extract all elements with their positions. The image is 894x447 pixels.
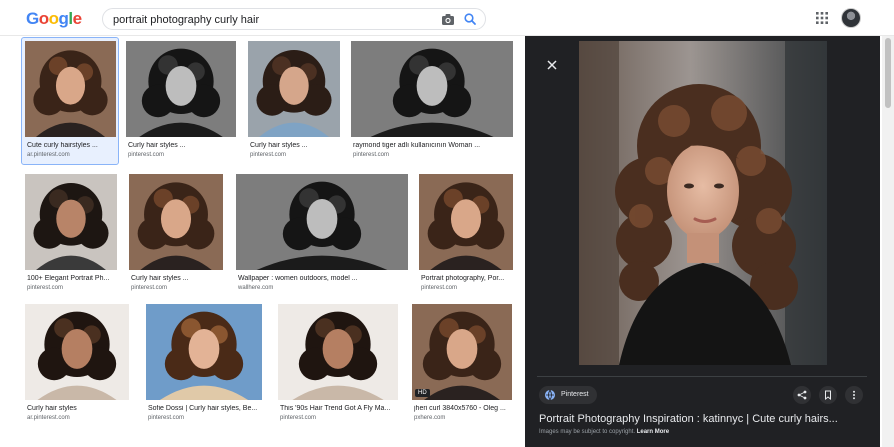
result-thumbnail[interactable] — [351, 41, 513, 137]
hd-badge: HD — [415, 389, 430, 397]
copyright-notice: Images may be subject to copyright. Lear… — [539, 429, 669, 435]
result-thumbnail[interactable] — [25, 174, 117, 270]
learn-more-link[interactable]: Learn More — [637, 429, 669, 435]
result-source: pinterest.com — [280, 415, 317, 421]
result-source: pinterest.com — [131, 285, 168, 291]
result-source: pinterest.com — [128, 152, 165, 158]
result-title[interactable]: jheri curl 3840x5760 - Oleg ... — [414, 405, 514, 412]
image-result[interactable]: Sofie Dossi | Curly hair styles, Be... pi… — [146, 304, 262, 426]
result-thumbnail[interactable] — [129, 174, 223, 270]
result-title[interactable]: Curly hair styles ... — [131, 275, 225, 282]
image-result[interactable]: Wallpaper : women outdoors, model ... wal… — [236, 174, 408, 296]
image-result[interactable]: Curly hair styles ... pinterest.com — [126, 41, 236, 163]
result-source: pinterest.com — [250, 152, 287, 158]
result-title[interactable]: Portrait photography, Por... — [421, 275, 515, 282]
result-source: ar.pinterest.com — [27, 415, 70, 421]
result-thumbnail[interactable] — [25, 304, 129, 400]
result-title[interactable]: Curly hair styles ... — [250, 142, 342, 149]
result-title[interactable]: This '90s Hair Trend Got A Fly Ma... — [280, 405, 400, 412]
share-button[interactable] — [793, 386, 811, 404]
result-thumbnail[interactable] — [146, 304, 262, 400]
share-icon — [797, 390, 807, 400]
result-source: wallhere.com — [238, 285, 274, 291]
image-result[interactable]: raymond tiger adlı kullanıcının Woman ..… — [351, 41, 513, 163]
image-result[interactable]: Curly hair styles ar.pinterest.com — [25, 304, 129, 426]
result-title[interactable]: 100+ Elegant Portrait Ph... — [27, 275, 119, 282]
result-source: pinterest.com — [421, 285, 458, 291]
save-button[interactable] — [819, 386, 837, 404]
result-thumbnail[interactable] — [236, 174, 408, 270]
image-result[interactable]: 100+ Elegant Portrait Ph... pinterest.com — [25, 174, 117, 296]
search-input[interactable] — [113, 12, 433, 27]
result-source: pinterest.com — [148, 415, 185, 421]
result-title[interactable]: Sofie Dossi | Curly hair styles, Be... — [148, 405, 264, 412]
source-chip-label: Pinterest — [561, 391, 589, 398]
result-thumbnail[interactable] — [25, 41, 116, 137]
logo-letter: o — [38, 9, 49, 28]
image-results-grid: Cute curly hairstyles ... ar.pinterest.co… — [0, 36, 522, 447]
result-source: pxhere.com — [414, 415, 446, 421]
result-title[interactable]: Cute curly hairstyles ... — [27, 142, 118, 149]
close-icon[interactable] — [545, 58, 559, 72]
result-title[interactable]: Curly hair styles ... — [128, 142, 238, 149]
image-result[interactable]: Curly hair styles ... pinterest.com — [129, 174, 223, 296]
avatar[interactable] — [841, 8, 861, 28]
image-preview-panel: Pinterest Portrait Photography Inspirati… — [525, 36, 880, 447]
image-result[interactable]: Cute curly hairstyles ... ar.pinterest.co… — [25, 41, 116, 163]
page-scrollbar[interactable] — [882, 36, 894, 447]
search-box — [102, 8, 486, 30]
result-title[interactable]: Curly hair styles — [27, 405, 131, 412]
result-source: ar.pinterest.com — [27, 152, 70, 158]
result-source: pinterest.com — [27, 285, 64, 291]
search-icon[interactable] — [463, 12, 477, 26]
result-thumbnail[interactable] — [419, 174, 513, 270]
image-result[interactable]: HD jheri curl 3840x5760 - Oleg ... pxhere.… — [412, 304, 512, 426]
result-thumbnail[interactable] — [126, 41, 236, 137]
image-result[interactable]: Portrait photography, Por... pinterest.co… — [419, 174, 513, 296]
result-thumbnail[interactable] — [248, 41, 340, 137]
panel-divider — [537, 376, 867, 377]
logo-letter: G — [26, 9, 39, 28]
scrollbar-thumb[interactable] — [885, 38, 891, 108]
bookmark-icon — [825, 390, 831, 400]
result-thumbnail[interactable]: HD — [412, 304, 512, 400]
logo-letter: o — [48, 9, 59, 28]
result-title[interactable]: raymond tiger adlı kullanıcının Woman ..… — [353, 142, 515, 149]
logo-letter: e — [72, 9, 82, 28]
top-bar: Google — [0, 0, 894, 36]
apps-grid-icon[interactable] — [816, 12, 828, 24]
image-result[interactable]: This '90s Hair Trend Got A Fly Ma... pint… — [278, 304, 398, 426]
preview-title[interactable]: Portrait Photography Inspiration : katin… — [539, 413, 871, 425]
logo-letter: g — [58, 9, 69, 28]
preview-image[interactable] — [579, 41, 827, 365]
result-source: pinterest.com — [353, 152, 390, 158]
camera-icon[interactable] — [441, 13, 455, 26]
source-chip[interactable]: Pinterest — [539, 386, 597, 404]
result-thumbnail[interactable] — [278, 304, 398, 400]
result-title[interactable]: Wallpaper : women outdoors, model ... — [238, 275, 410, 282]
image-result[interactable]: Curly hair styles ... pinterest.com — [248, 41, 340, 163]
more-vert-icon — [853, 390, 855, 400]
image-search-page: Google Cute curly h — [0, 0, 894, 447]
globe-icon — [545, 389, 555, 401]
more-options-button[interactable] — [845, 386, 863, 404]
copyright-text: Images may be subject to copyright. — [539, 429, 636, 435]
google-logo[interactable]: Google — [26, 9, 82, 29]
